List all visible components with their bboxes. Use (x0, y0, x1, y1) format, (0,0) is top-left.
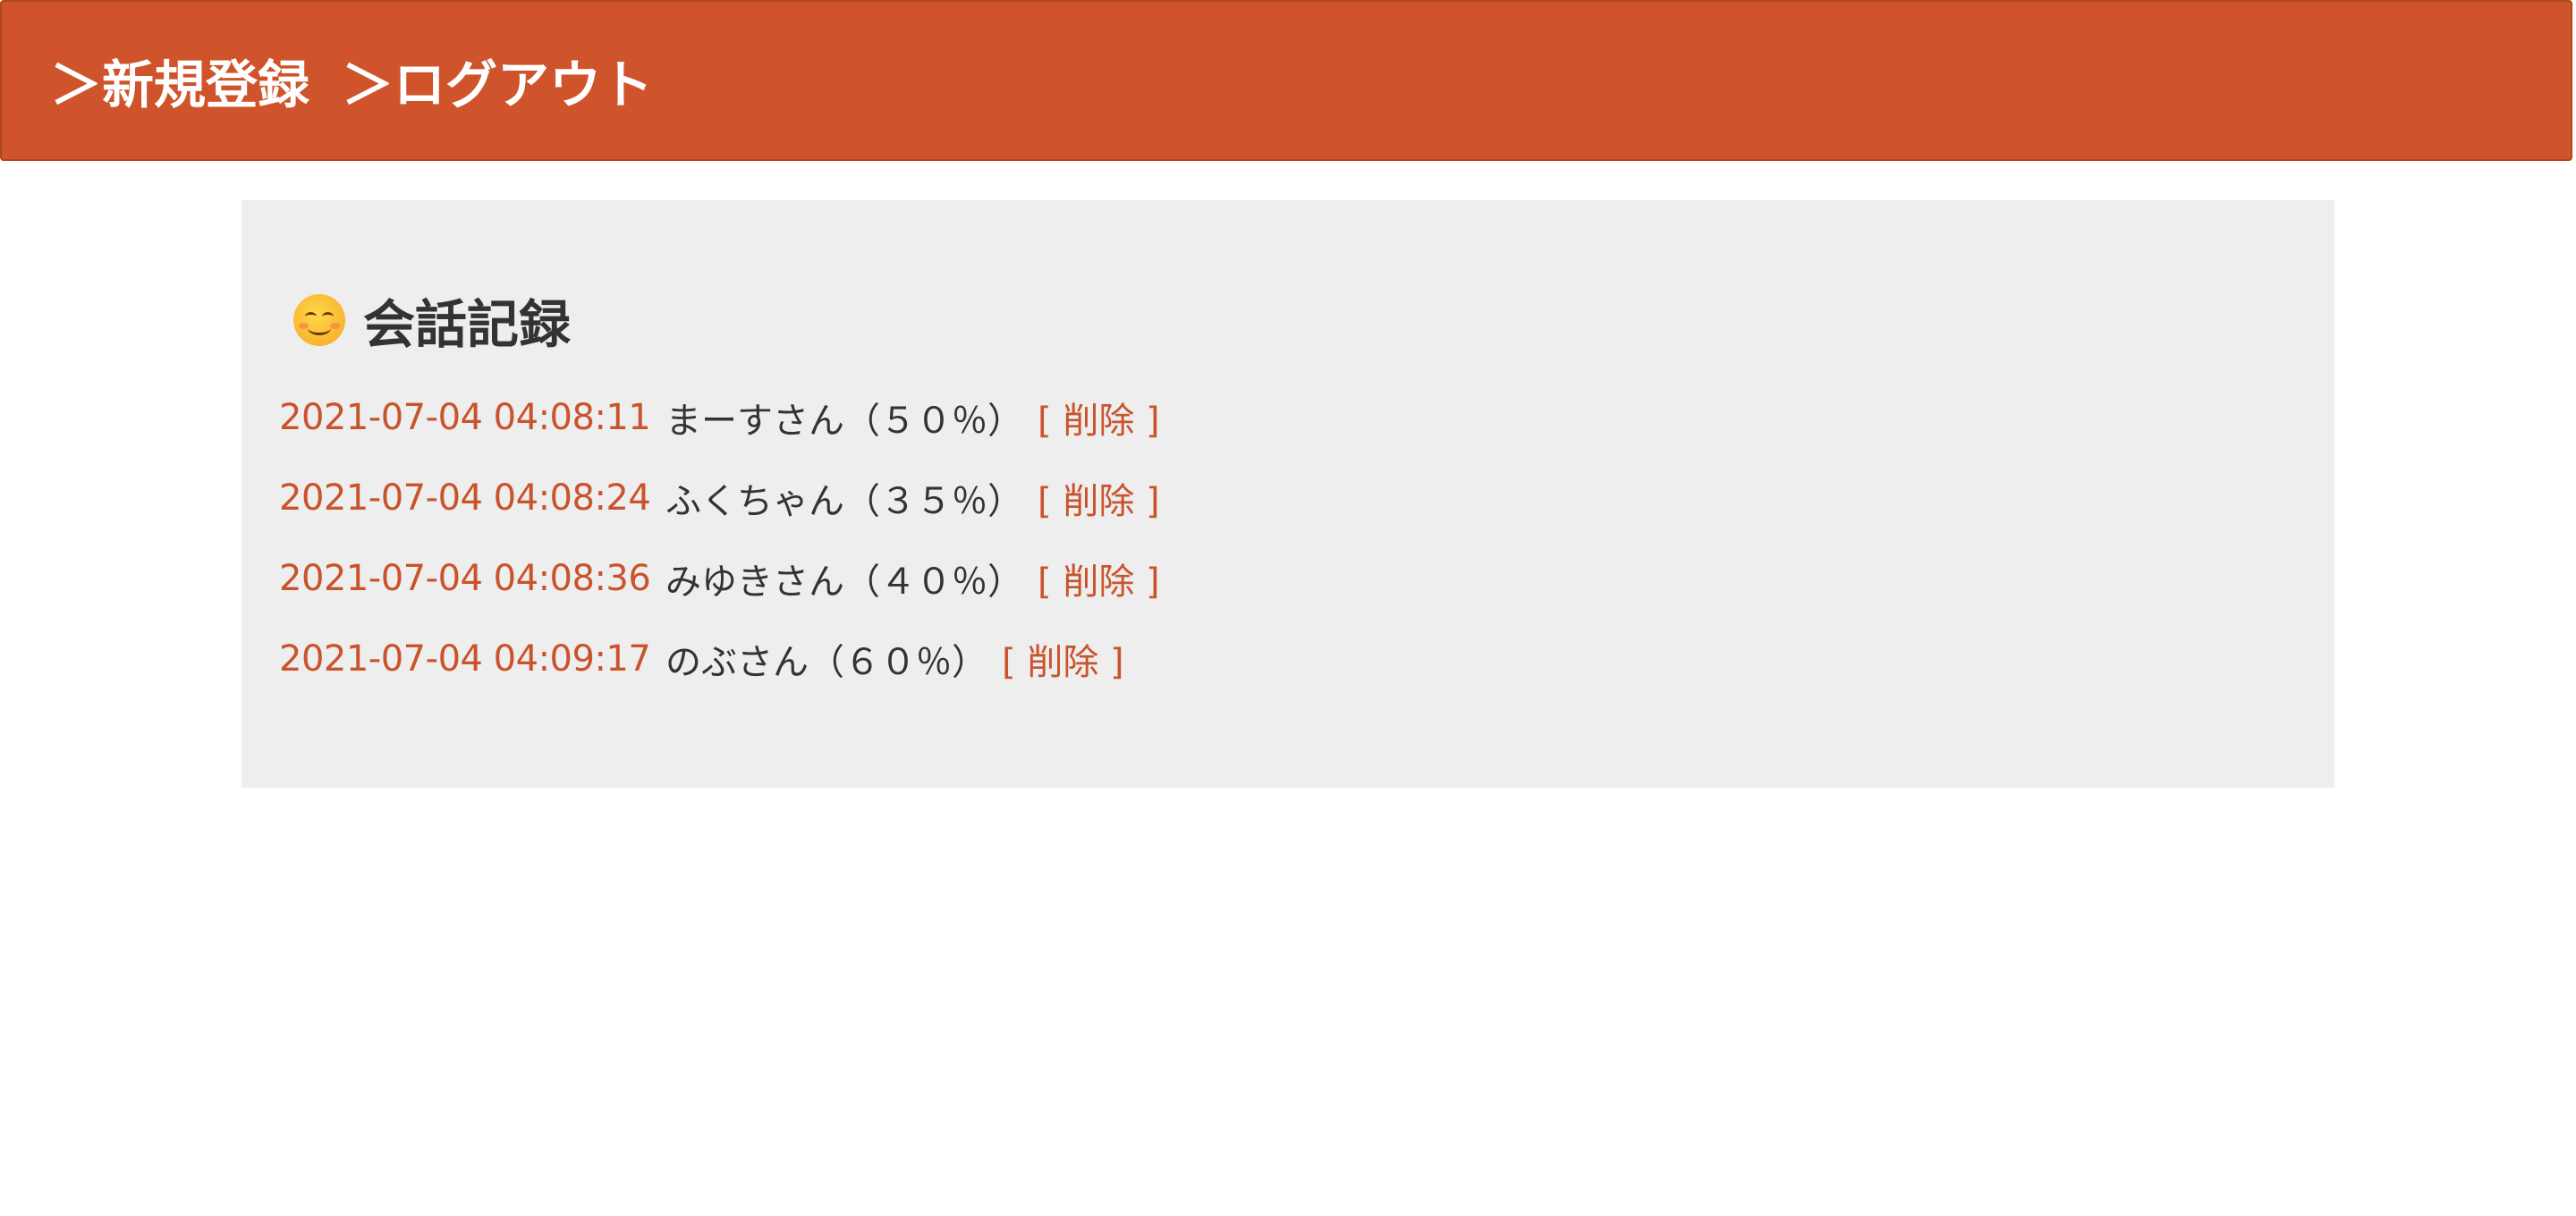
delete-link[interactable]: [ 削除 ] (1038, 553, 1160, 604)
record-timestamp: 2021-07-04 04:08:11 (279, 397, 651, 438)
logout-link[interactable]: ＞ログアウト (342, 43, 653, 118)
record-text: まーすさん（５０％） (665, 401, 1023, 442)
list-item: 2021-07-04 04:09:17 のぶさん（６０％） [ 削除 ] (279, 619, 1160, 699)
register-link[interactable]: ＞新規登録 (50, 43, 309, 118)
delete-link[interactable]: [ 削除 ] (1002, 633, 1124, 685)
list-item: 2021-07-04 04:08:36 みゆきさん（４０％） [ 削除 ] (279, 538, 1160, 619)
list-item: 2021-07-04 04:08:11 まーすさん（５０％） [ 削除 ] (279, 377, 1160, 458)
record-text: のぶさん（６０％） (665, 642, 987, 683)
delete-link[interactable]: [ 削除 ] (1038, 392, 1160, 443)
record-timestamp: 2021-07-04 04:08:36 (279, 558, 651, 599)
record-timestamp: 2021-07-04 04:08:24 (279, 477, 651, 519)
conversation-log-panel: 会話記録 2021-07-04 04:08:11 まーすさん（５０％） [ 削除… (242, 200, 2334, 788)
delete-link[interactable]: [ 削除 ] (1038, 472, 1160, 524)
record-text: みゆきさん（４０％） (665, 562, 1023, 603)
record-list: 2021-07-04 04:08:11 まーすさん（５０％） [ 削除 ] 20… (279, 377, 1160, 699)
list-item: 2021-07-04 04:08:24 ふくちゃん（３５％） [ 削除 ] (279, 458, 1160, 538)
panel-title-text: 会話記録 (363, 294, 572, 355)
smiling-face-icon (293, 294, 345, 346)
record-timestamp: 2021-07-04 04:09:17 (279, 638, 651, 680)
record-text: ふくちゃん（３５％） (665, 481, 1023, 522)
top-nav-bar: ＞新規登録 ＞ログアウト (0, 0, 2572, 161)
panel-title: 会話記録 (293, 283, 571, 358)
